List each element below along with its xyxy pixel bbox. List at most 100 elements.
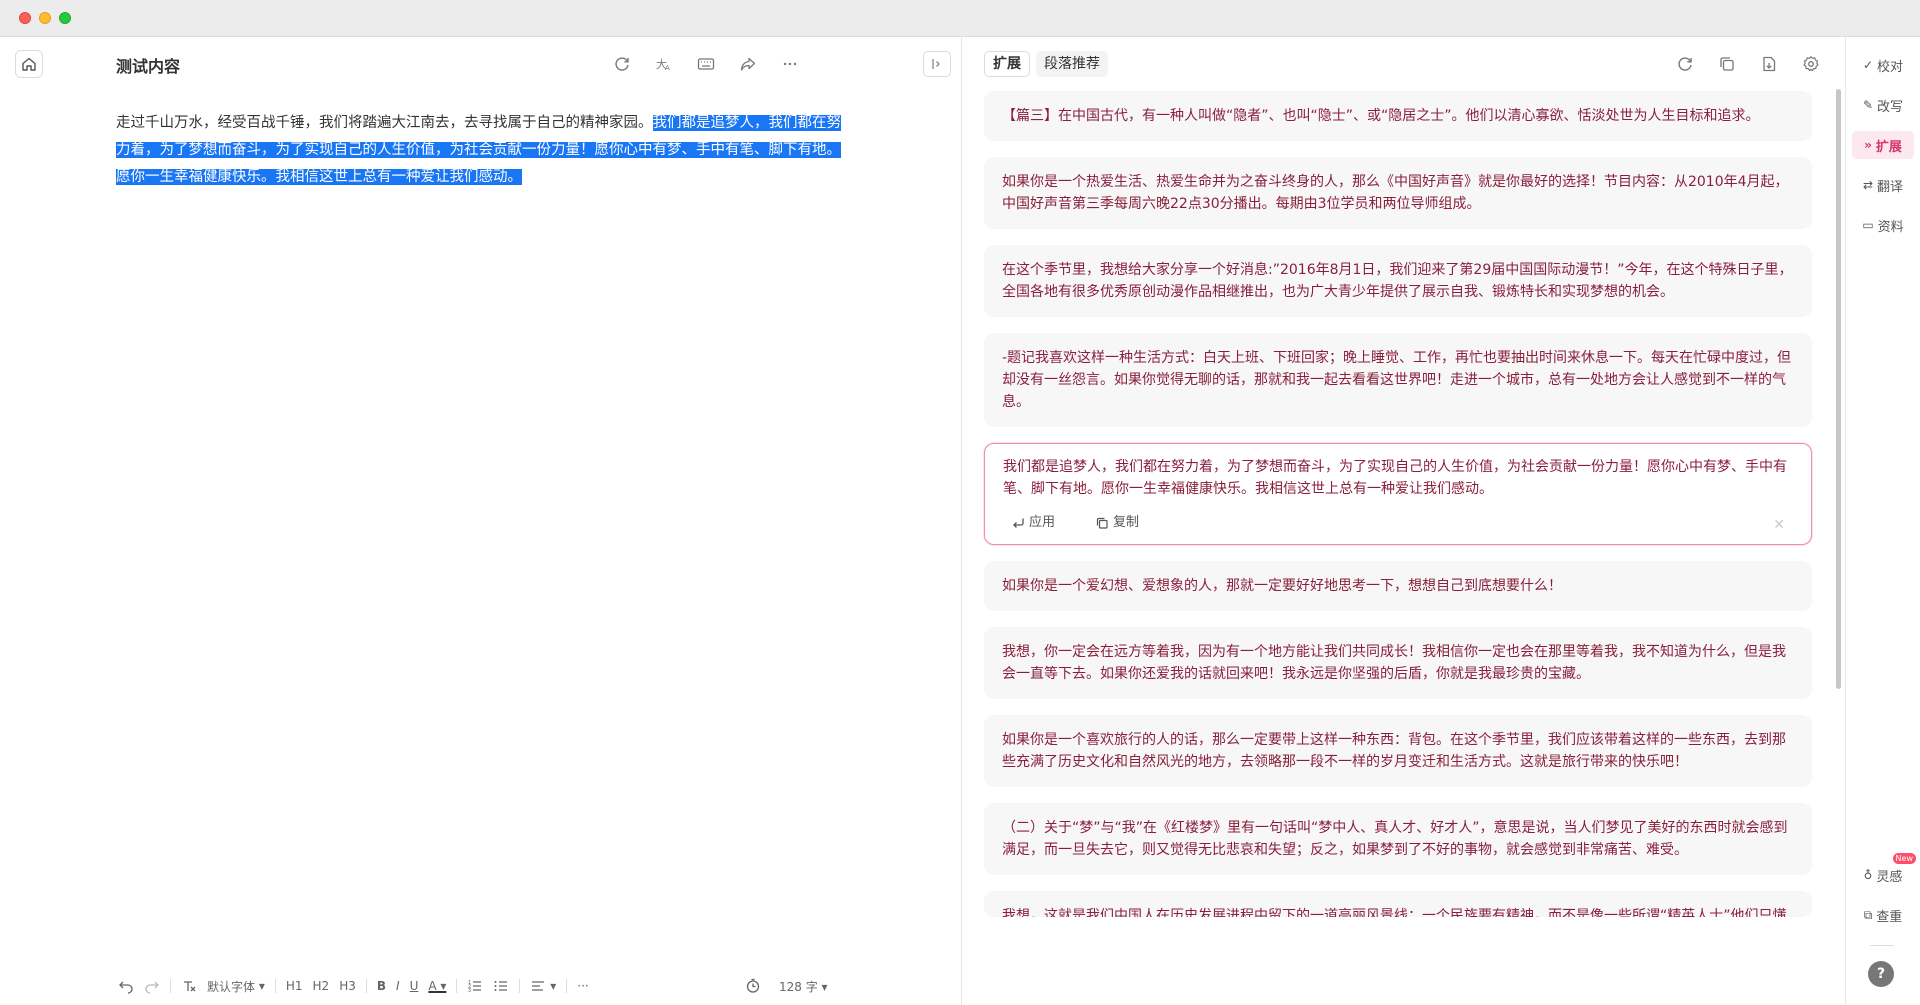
underline-button[interactable]: U <box>410 979 419 993</box>
copy-label: 复制 <box>1113 515 1140 530</box>
heading2-button[interactable]: H2 <box>313 979 330 993</box>
minimize-window-button[interactable] <box>39 12 51 24</box>
suggestion-card[interactable]: 【篇三】在中国古代，有一种人叫做“隐者”、也叫“隐士”、或“隐居之士”。他们以清… <box>984 91 1812 141</box>
copy-icon <box>1096 517 1108 529</box>
home-button[interactable] <box>15 50 43 78</box>
rail-item-label: 灵感 <box>1876 869 1903 885</box>
collapse-panel-button[interactable] <box>923 51 951 77</box>
undo-icon <box>119 981 133 994</box>
suggestion-text: 【篇三】在中国古代，有一种人叫做“隐者”、也叫“隐士”、或“隐居之士”。他们以清… <box>1002 108 1760 124</box>
suggestion-card[interactable]: （二）关于“梦”与“我”在《红楼梦》里有一句话叫“梦中人、真人才、好才人”，意思… <box>984 803 1812 875</box>
editor-toolbar: 大A <box>608 50 818 78</box>
suggestion-text: 如果你是一个爱幻想、爱想象的人，那就一定要好好地思考一下，想想自己到底想要什么！ <box>1002 578 1562 594</box>
italic-button[interactable]: I <box>396 979 400 993</box>
refresh-icon[interactable] <box>1671 50 1699 78</box>
status-area: 128 字 ▾ <box>745 972 828 1000</box>
ordered-list-button[interactable]: 123 <box>467 978 483 994</box>
document-title[interactable]: 测试内容 <box>116 53 180 77</box>
rail-item-duplicate-check[interactable]: ⧉ 查重 <box>1852 901 1914 929</box>
editor-pane: 测试内容 大A 走过千山万水，经受百战千锤，我们将踏遍大江南去，去寻找属于自己的… <box>0 37 961 1005</box>
share-icon[interactable] <box>734 50 762 78</box>
rail-item-translate[interactable]: ⇄ 翻译 <box>1852 171 1914 199</box>
suggestion-card[interactable]: 如果你是一个热爱生活、热爱生命并为之奋斗终身的人，那么《中国好声音》就是你最好的… <box>984 157 1812 229</box>
rail-item-materials[interactable]: ▭ 资料 <box>1852 211 1914 239</box>
separator <box>456 979 458 993</box>
panel-scrollbar[interactable] <box>1836 89 1841 689</box>
suggestion-text: 如果你是一个热爱生活、热爱生命并为之奋斗终身的人，那么《中国好声音》就是你最好的… <box>1002 174 1789 212</box>
rail-separator <box>1870 945 1894 946</box>
separator <box>566 979 568 993</box>
suggestion-card[interactable]: 在这个季节里，我想给大家分享一个好消息:”2016年8月1日，我们迎来了第29届… <box>984 245 1812 317</box>
bullet-list-icon <box>494 981 508 991</box>
svg-text:3: 3 <box>468 988 471 994</box>
separator <box>170 979 171 993</box>
close-window-button[interactable] <box>19 12 31 24</box>
clear-format-icon <box>184 981 196 992</box>
suggestion-text: 如果你是一个喜欢旅行的人的话，那么一定要带上这样一种东西：背包。在这个季节里，我… <box>1002 732 1786 770</box>
suggestion-text: （二）关于“梦”与“我”在《红楼梦》里有一句话叫“梦中人、真人才、好才人”，意思… <box>1002 820 1788 858</box>
rail-item-label: 改写 <box>1877 99 1904 115</box>
heading1-button[interactable]: H1 <box>286 979 303 993</box>
rail-item-label: 翻译 <box>1877 179 1904 195</box>
align-button[interactable]: ▾ <box>530 978 556 994</box>
suggestion-text: 我想，你一定会在远方等着我，因为有一个地方能让我们共同成长！我相信你一定也会在那… <box>1002 644 1786 682</box>
rail-item-label: 扩展 <box>1875 139 1902 155</box>
bullet-list-button[interactable] <box>493 978 509 994</box>
new-badge: New <box>1892 853 1916 864</box>
card-actions: 应用 复制 ✕ <box>1003 512 1793 534</box>
help-button[interactable]: ? <box>1868 961 1894 987</box>
suggestion-text: 在这个季节里，我想给大家分享一个好消息:”2016年8月1日，我们迎来了第29届… <box>1002 262 1793 300</box>
font-size-icon[interactable]: 大A <box>650 50 678 78</box>
keyboard-icon[interactable] <box>692 50 720 78</box>
suggestion-text: 我们都是追梦人，我们都在努力着，为了梦想而奋斗，为了实现自己的人生价值，为社会贡… <box>1003 459 1787 497</box>
suggestion-list: 【篇三】在中国古代，有一种人叫做“隐者”、也叫“隐士”、或“隐居之士”。他们以清… <box>984 91 1812 933</box>
clear-format-button[interactable] <box>181 978 197 994</box>
document-body[interactable]: 走过千山万水，经受百战千锤，我们将踏遍大江南去，去寻找属于自己的精神家园。我们都… <box>116 110 841 191</box>
suggestion-card-focused[interactable]: 我们都是追梦人，我们都在努力着，为了梦想而奋斗，为了实现自己的人生价值，为社会贡… <box>984 443 1812 545</box>
rewrite-icon: ✎ <box>1862 98 1874 112</box>
font-family-select[interactable]: 默认字体 ▾ <box>207 978 265 995</box>
suggestion-card[interactable]: 如果你是一个爱幻想、爱想象的人，那就一定要好好地思考一下，想想自己到底想要什么！ <box>984 561 1812 611</box>
separator <box>274 979 276 993</box>
suggestion-card[interactable]: 我想，你一定会在远方等着我，因为有一个地方能让我们共同成长！我相信你一定也会在那… <box>984 627 1812 699</box>
rail-item-label: 资料 <box>1877 219 1904 235</box>
home-icon <box>22 57 36 71</box>
separator <box>365 979 367 993</box>
rail-item-inspiration[interactable]: ♁ 灵感 New <box>1852 853 1916 889</box>
refresh-icon[interactable] <box>608 50 636 78</box>
rail-item-proofread[interactable]: ✓ 校对 <box>1852 51 1914 79</box>
dismiss-icon[interactable]: ✕ <box>1773 514 1785 536</box>
suggestion-card[interactable]: -题记我喜欢这样一种生活方式：白天上班、下班回家；晚上睡觉、工作，再忙也要抽出时… <box>984 333 1812 427</box>
svg-text:A: A <box>665 64 670 72</box>
bold-button[interactable]: B <box>377 979 386 993</box>
suggestion-card[interactable]: 如果你是一个喜欢旅行的人的话，那么一定要带上这样一种东西：背包。在这个季节里，我… <box>984 715 1812 787</box>
settings-icon[interactable] <box>1797 50 1825 78</box>
collapse-icon <box>932 59 940 69</box>
panel-toolbar <box>1671 50 1825 78</box>
redo-button[interactable] <box>144 978 160 994</box>
rail-item-rewrite[interactable]: ✎ 改写 <box>1852 91 1914 119</box>
heading3-button[interactable]: H3 <box>339 979 356 993</box>
text-color-button[interactable]: A ▾ <box>428 979 446 993</box>
undo-button[interactable] <box>118 978 134 994</box>
export-icon[interactable] <box>1755 50 1783 78</box>
expand-icon: » <box>1864 138 1872 152</box>
panel-tabs: 扩展 段落推荐 <box>984 51 1108 77</box>
window-titlebar <box>0 0 1920 37</box>
copy-icon[interactable] <box>1713 50 1741 78</box>
rail-item-expand[interactable]: » 扩展 <box>1852 131 1914 159</box>
more-icon[interactable] <box>776 50 804 78</box>
apply-button[interactable]: 应用 <box>1003 512 1055 534</box>
word-count[interactable]: 128 字 ▾ <box>779 978 828 995</box>
tab-paragraph-recommend[interactable]: 段落推荐 <box>1036 51 1108 77</box>
tab-expand[interactable]: 扩展 <box>984 51 1030 77</box>
rail-item-label: 校对 <box>1877 59 1904 75</box>
suggestion-card[interactable]: 我想，这就是我们中国人在历史发展进程中留下的一道亮丽风景线：一个民族要有精神，而… <box>984 891 1812 917</box>
document-text: 走过千山万水，经受百战千锤，我们将踏遍大江南去，去寻找属于自己的精神家园。 <box>116 115 653 131</box>
rail-item-label: 查重 <box>1876 909 1903 925</box>
more-format-button[interactable]: ··· <box>577 979 588 993</box>
maximize-window-button[interactable] <box>59 12 71 24</box>
copy-button[interactable]: 复制 <box>1087 512 1139 534</box>
separator <box>519 979 521 993</box>
history-icon[interactable] <box>745 978 761 994</box>
